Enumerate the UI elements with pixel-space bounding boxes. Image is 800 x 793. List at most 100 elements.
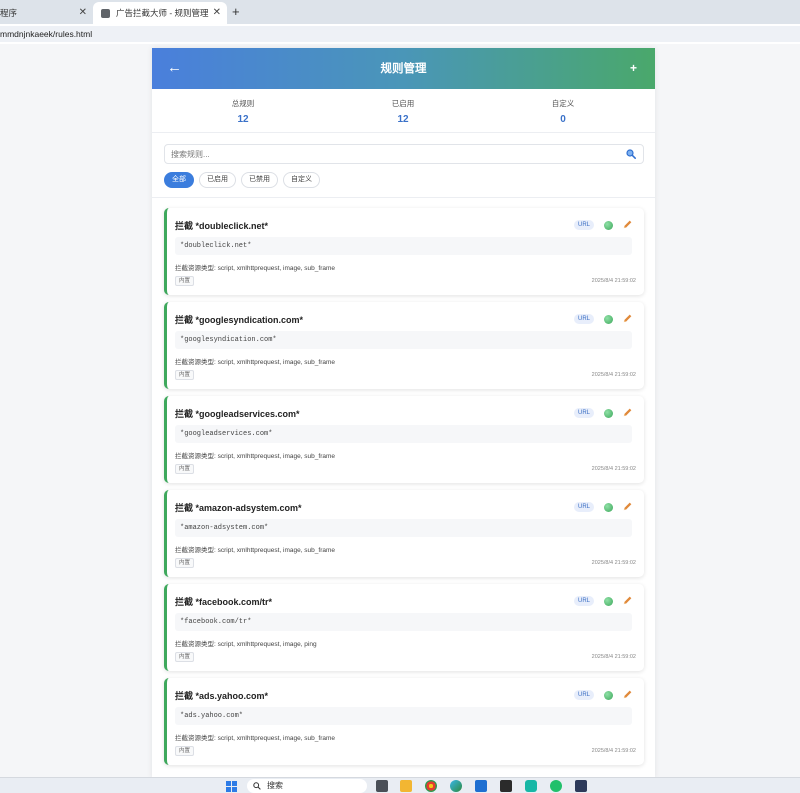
rule-source-tag: 内置 xyxy=(175,276,195,286)
close-icon[interactable]: ✕ xyxy=(213,7,221,19)
rule-pattern: *googlesyndication.com* xyxy=(175,331,632,349)
rule-name: 拦截 *ads.yahoo.com* xyxy=(175,691,269,701)
rule-card[interactable]: 拦截 *amazon-adsystem.com* URL *amazon-ads… xyxy=(164,490,644,577)
rule-type-badge: URL xyxy=(573,220,594,230)
address-bar: mmdnjnkaeek/rules.html xyxy=(0,24,800,44)
rule-name: 拦截 *googlesyndication.com* xyxy=(175,315,304,325)
stat-enabled: 已启用 12 xyxy=(353,98,453,125)
rule-timestamp: 2025/8/4 21:59:02 xyxy=(591,372,636,378)
filter-disabled[interactable]: 已禁用 xyxy=(241,172,278,188)
url-field[interactable]: mmdnjnkaeek/rules.html xyxy=(0,26,800,42)
edge-icon[interactable] xyxy=(450,780,462,792)
divider xyxy=(152,197,655,198)
rule-name: 拦截 *facebook.com/tr* xyxy=(175,597,273,607)
windows-start-icon[interactable] xyxy=(226,781,237,792)
terminal-icon[interactable] xyxy=(500,780,512,792)
rule-toggle[interactable] xyxy=(604,597,613,606)
filter-all[interactable]: 全部 xyxy=(164,172,194,188)
add-rule-button[interactable]: + xyxy=(630,60,637,76)
rule-card[interactable]: 拦截 *googleadservices.com* URL *googleads… xyxy=(164,396,644,483)
file-explorer-icon[interactable] xyxy=(400,780,412,792)
rule-list: 拦截 *doubleclick.net* URL *doubleclick.ne… xyxy=(164,208,644,772)
stat-label: 已启用 xyxy=(391,99,415,108)
rule-source-tag: 内置 xyxy=(175,746,195,756)
page-header: ← 规则管理 + xyxy=(152,48,655,89)
rule-toggle[interactable] xyxy=(604,691,613,700)
pencil-icon[interactable] xyxy=(622,501,633,512)
rule-timestamp: 2025/8/4 21:59:02 xyxy=(591,654,636,660)
rule-toggle[interactable] xyxy=(604,315,613,324)
filter-enabled[interactable]: 已启用 xyxy=(199,172,236,188)
search-icon xyxy=(253,782,261,790)
rule-type-badge: URL xyxy=(573,408,594,418)
rule-resource-types: 拦截资源类型: script, xmlhttprequest, image, s… xyxy=(175,265,336,272)
app-icon[interactable] xyxy=(550,780,562,792)
filter-chips: 全部 已启用 已禁用 自定义 xyxy=(164,172,320,188)
filter-custom[interactable]: 自定义 xyxy=(283,172,320,188)
rule-name: 拦截 *amazon-adsystem.com* xyxy=(175,503,302,513)
rule-pattern: *amazon-adsystem.com* xyxy=(175,519,632,537)
stats-bar: 总规则 12 已启用 12 自定义 0 xyxy=(152,89,655,133)
rule-type-badge: URL xyxy=(573,596,594,606)
pencil-icon[interactable] xyxy=(622,219,633,230)
pencil-icon[interactable] xyxy=(622,689,633,700)
taskbar-search[interactable]: 搜索 xyxy=(247,779,367,793)
rule-pattern: *ads.yahoo.com* xyxy=(175,707,632,725)
rule-timestamp: 2025/8/4 21:59:02 xyxy=(591,466,636,472)
rule-toggle[interactable] xyxy=(604,221,613,230)
stat-value: 12 xyxy=(237,114,249,125)
rule-type-badge: URL xyxy=(573,690,594,700)
favicon-icon xyxy=(101,8,110,18)
rule-resource-types: 拦截资源类型: script, xmlhttprequest, image, s… xyxy=(175,453,336,460)
stat-value: 0 xyxy=(560,114,566,125)
taskview-icon[interactable] xyxy=(376,780,388,792)
rule-toggle[interactable] xyxy=(604,409,613,418)
rule-timestamp: 2025/8/4 21:59:02 xyxy=(591,748,636,754)
rule-type-badge: URL xyxy=(573,314,594,324)
rule-resource-types: 拦截资源类型: script, xmlhttprequest, image, s… xyxy=(175,359,336,366)
browser-tab-previous[interactable]: 程序 ✕ xyxy=(0,2,93,24)
app-icon[interactable] xyxy=(525,780,537,792)
stat-label: 总规则 xyxy=(231,99,255,108)
pencil-icon[interactable] xyxy=(622,313,633,324)
rule-resource-types: 拦截资源类型: script, xmlhttprequest, image, s… xyxy=(175,735,336,742)
stat-label: 自定义 xyxy=(551,99,575,108)
close-icon[interactable]: ✕ xyxy=(79,7,87,19)
page-title: 规则管理 xyxy=(380,63,427,75)
stat-custom: 自定义 0 xyxy=(513,98,613,125)
rule-pattern: *doubleclick.net* xyxy=(175,237,632,255)
rule-source-tag: 内置 xyxy=(175,652,195,662)
rule-card[interactable]: 拦截 *ads.yahoo.com* URL *ads.yahoo.com* 拦… xyxy=(164,678,644,765)
rule-pattern: *googleadservices.com* xyxy=(175,425,632,443)
chrome-icon[interactable] xyxy=(425,780,437,792)
rule-source-tag: 内置 xyxy=(175,464,195,474)
os-taskbar: 搜索 xyxy=(0,777,800,793)
rule-card[interactable]: 拦截 *googlesyndication.com* URL *googlesy… xyxy=(164,302,644,389)
new-tab-button[interactable]: + xyxy=(232,4,240,20)
rule-card[interactable]: 拦截 *facebook.com/tr* URL *facebook.com/t… xyxy=(164,584,644,671)
pencil-icon[interactable] xyxy=(622,595,633,606)
rule-source-tag: 内置 xyxy=(175,370,195,380)
store-icon[interactable] xyxy=(475,780,487,792)
rule-card[interactable]: 拦截 *doubleclick.net* URL *doubleclick.ne… xyxy=(164,208,644,295)
rule-resource-types: 拦截资源类型: script, xmlhttprequest, image, p… xyxy=(175,641,317,648)
tab-title: 程序 xyxy=(0,8,18,18)
tab-title: 广告拦截大师 - 规则管理 xyxy=(116,8,209,18)
taskbar-search-label: 搜索 xyxy=(267,781,283,790)
search-input[interactable] xyxy=(171,147,611,161)
rule-name: 拦截 *doubleclick.net* xyxy=(175,221,269,231)
pencil-icon[interactable] xyxy=(622,407,633,418)
rule-resource-types: 拦截资源类型: script, xmlhttprequest, image, s… xyxy=(175,547,336,554)
app-icon[interactable] xyxy=(575,780,587,792)
rule-toggle[interactable] xyxy=(604,503,613,512)
rule-pattern: *facebook.com/tr* xyxy=(175,613,632,631)
rule-source-tag: 内置 xyxy=(175,558,195,568)
rules-panel: ← 规则管理 + 总规则 12 已启用 12 自定义 0 全部 已启用 已禁用 … xyxy=(152,48,655,778)
browser-tab-strip: 程序 ✕ 广告拦截大师 - 规则管理 ✕ + xyxy=(0,0,800,24)
search-box xyxy=(164,144,644,164)
browser-tab-active[interactable]: 广告拦截大师 - 规则管理 ✕ xyxy=(93,2,227,24)
search-icon[interactable] xyxy=(626,149,636,159)
rule-name: 拦截 *googleadservices.com* xyxy=(175,409,300,419)
stat-total: 总规则 12 xyxy=(193,98,293,125)
rule-timestamp: 2025/8/4 21:59:02 xyxy=(591,560,636,566)
